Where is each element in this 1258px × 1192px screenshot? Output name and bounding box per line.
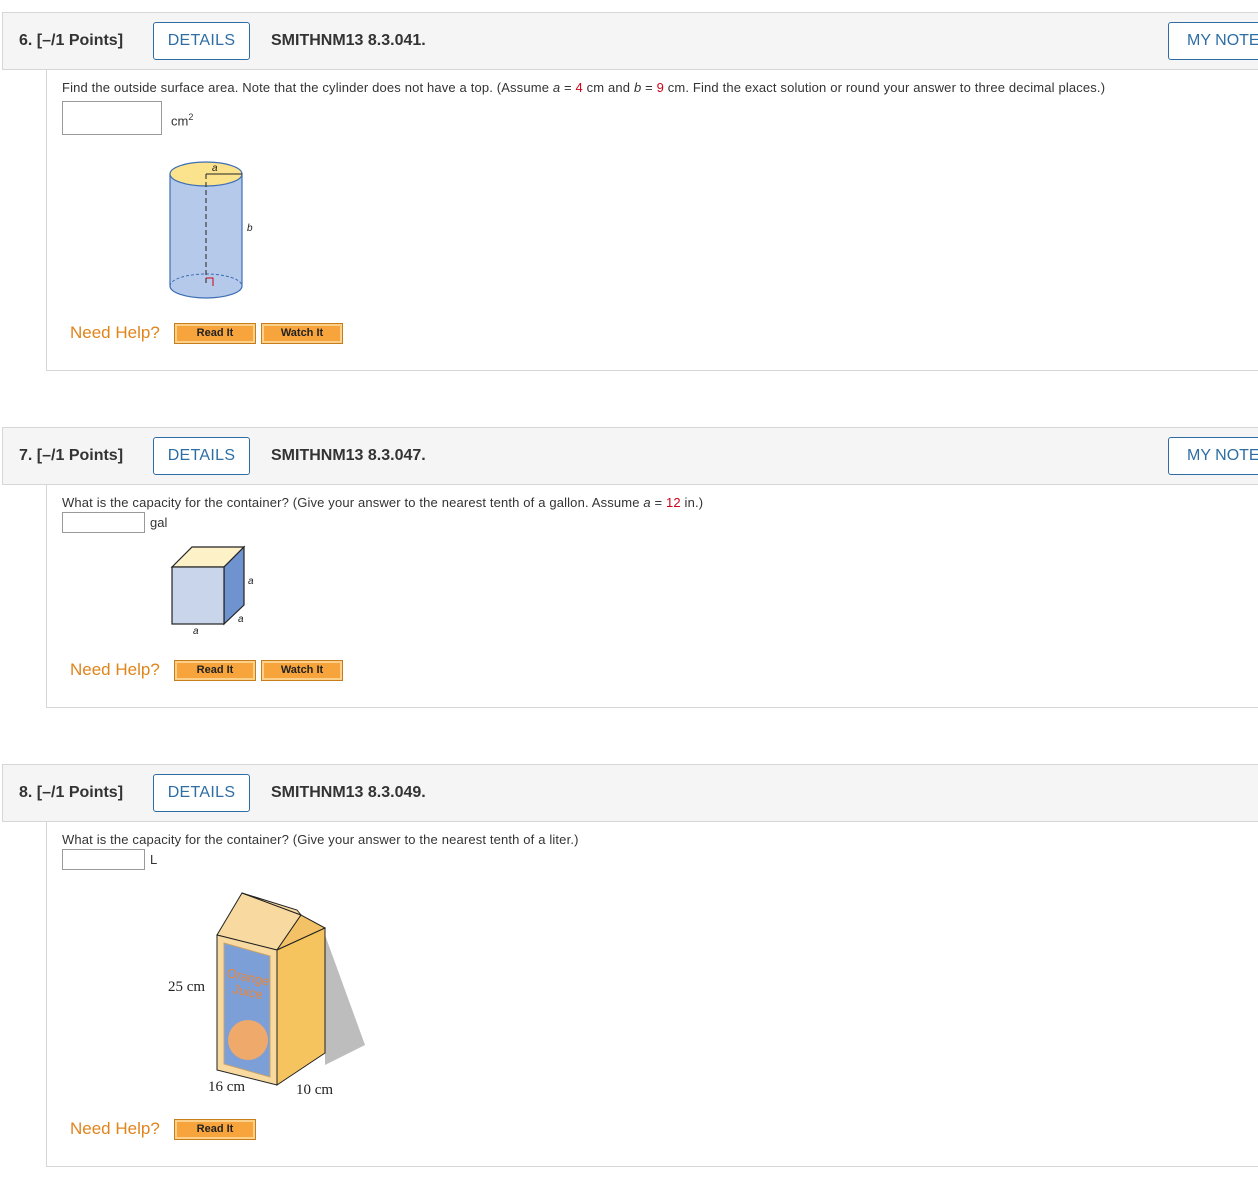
question-header: 8. [–/1 Points] DETAILS SMITHNM13 8.3.04… (2, 764, 1258, 822)
label-width: 16 cm (208, 1079, 245, 1095)
label-height: 25 cm (168, 979, 205, 995)
need-help-label: Need Help? (70, 323, 160, 342)
read-it-button[interactable]: Read It (174, 323, 256, 344)
cube-figure: a a a (170, 545, 254, 637)
my-notes-button[interactable]: MY NOTES (1168, 437, 1258, 475)
need-help-label: Need Help? (70, 1119, 160, 1138)
details-button[interactable]: DETAILS (153, 774, 250, 812)
question-header: 7. [–/1 Points] DETAILS SMITHNM13 8.3.04… (2, 427, 1258, 485)
question-prompt: What is the capacity for the container? … (62, 495, 704, 510)
cylinder-figure: a b (169, 161, 253, 299)
question-code: SMITHNM13 8.3.041. (271, 32, 426, 49)
read-it-button[interactable]: Read It (174, 1119, 256, 1140)
question-number: 6. [–/1 Points] (19, 32, 124, 49)
watch-it-button[interactable]: Watch It (261, 660, 343, 681)
question-code: SMITHNM13 8.3.049. (271, 784, 426, 801)
answer-input[interactable] (62, 849, 145, 870)
label-depth: 10 cm (296, 1082, 333, 1098)
unit-label: L (150, 852, 158, 867)
answer-input[interactable] (62, 512, 145, 533)
watch-it-button[interactable]: Watch It (261, 323, 343, 344)
answer-input[interactable] (62, 101, 162, 135)
details-button[interactable]: DETAILS (153, 437, 250, 475)
unit-label: cm2 (171, 112, 194, 129)
label-a: a (212, 163, 218, 174)
read-it-button[interactable]: Read It (174, 660, 256, 681)
question-number: 8. [–/1 Points] (19, 784, 124, 801)
unit-label: gal (150, 515, 168, 530)
label-a-depth: a (238, 614, 244, 625)
need-help-label: Need Help? (70, 660, 160, 679)
my-notes-button[interactable]: MY NOTES (1168, 22, 1258, 60)
question-code: SMITHNM13 8.3.047. (271, 447, 426, 464)
details-button[interactable]: DETAILS (153, 22, 250, 60)
question-prompt: What is the capacity for the container? … (62, 832, 579, 847)
question-number: 7. [–/1 Points] (19, 447, 124, 464)
question-header: 6. [–/1 Points] DETAILS SMITHNM13 8.3.04… (2, 12, 1258, 70)
label-a-width: a (193, 626, 199, 637)
question-prompt: Find the outside surface area. Note that… (62, 80, 1106, 95)
label-a-height: a (248, 576, 254, 587)
label-b: b (247, 223, 253, 234)
juice-carton-figure: Orange Juice 25 cm 16 cm 10 cm (168, 892, 365, 1098)
